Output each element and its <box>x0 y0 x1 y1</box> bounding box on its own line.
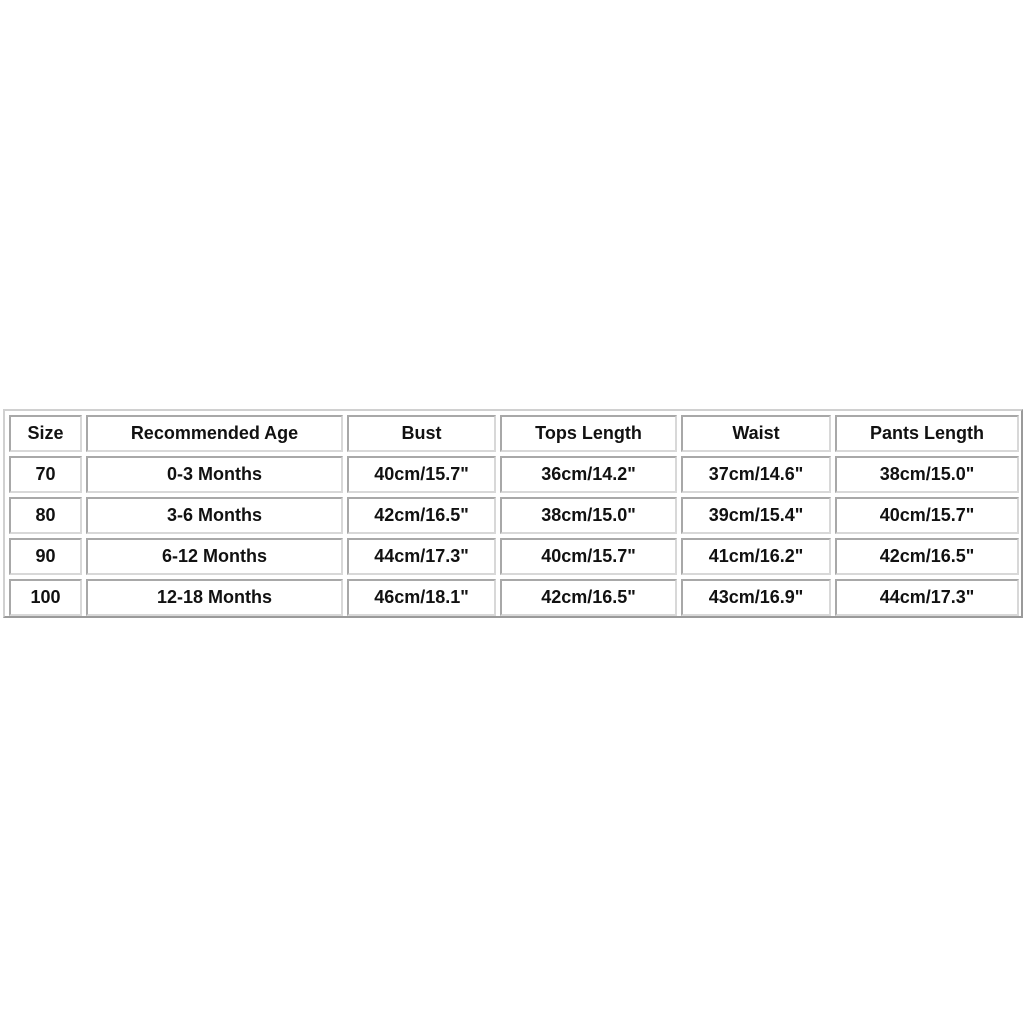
cell-pants-length: 44cm/17.3" <box>835 579 1019 616</box>
cell-recommended-age: 6-12 Months <box>86 538 343 575</box>
header-row: Size Recommended Age Bust Tops Length Wa… <box>9 415 1019 452</box>
cell-tops-length: 38cm/15.0" <box>500 497 677 534</box>
cell-pants-length: 42cm/16.5" <box>835 538 1019 575</box>
cell-bust: 46cm/18.1" <box>347 579 496 616</box>
header-tops-length: Tops Length <box>500 415 677 452</box>
cell-size: 70 <box>9 456 82 493</box>
header-waist: Waist <box>681 415 831 452</box>
cell-pants-length: 40cm/15.7" <box>835 497 1019 534</box>
header-size: Size <box>9 415 82 452</box>
cell-recommended-age: 12-18 Months <box>86 579 343 616</box>
cell-waist: 39cm/15.4" <box>681 497 831 534</box>
cell-tops-length: 36cm/14.2" <box>500 456 677 493</box>
cell-bust: 42cm/16.5" <box>347 497 496 534</box>
cell-size: 80 <box>9 497 82 534</box>
cell-waist: 41cm/16.2" <box>681 538 831 575</box>
cell-recommended-age: 0-3 Months <box>86 456 343 493</box>
cell-waist: 43cm/16.9" <box>681 579 831 616</box>
size-chart: Size Recommended Age Bust Tops Length Wa… <box>5 411 1023 620</box>
table-row: 70 0-3 Months 40cm/15.7" 36cm/14.2" 37cm… <box>9 456 1019 493</box>
cell-waist: 37cm/14.6" <box>681 456 831 493</box>
table-row: 90 6-12 Months 44cm/17.3" 40cm/15.7" 41c… <box>9 538 1019 575</box>
table-row: 80 3-6 Months 42cm/16.5" 38cm/15.0" 39cm… <box>9 497 1019 534</box>
header-pants-length: Pants Length <box>835 415 1019 452</box>
header-bust: Bust <box>347 415 496 452</box>
header-recommended-age: Recommended Age <box>86 415 343 452</box>
table-row: 100 12-18 Months 46cm/18.1" 42cm/16.5" 4… <box>9 579 1019 616</box>
cell-recommended-age: 3-6 Months <box>86 497 343 534</box>
cell-size: 90 <box>9 538 82 575</box>
cell-bust: 44cm/17.3" <box>347 538 496 575</box>
cell-bust: 40cm/15.7" <box>347 456 496 493</box>
cell-size: 100 <box>9 579 82 616</box>
cell-tops-length: 42cm/16.5" <box>500 579 677 616</box>
cell-tops-length: 40cm/15.7" <box>500 538 677 575</box>
cell-pants-length: 38cm/15.0" <box>835 456 1019 493</box>
size-chart-table: Size Recommended Age Bust Tops Length Wa… <box>3 409 1023 618</box>
